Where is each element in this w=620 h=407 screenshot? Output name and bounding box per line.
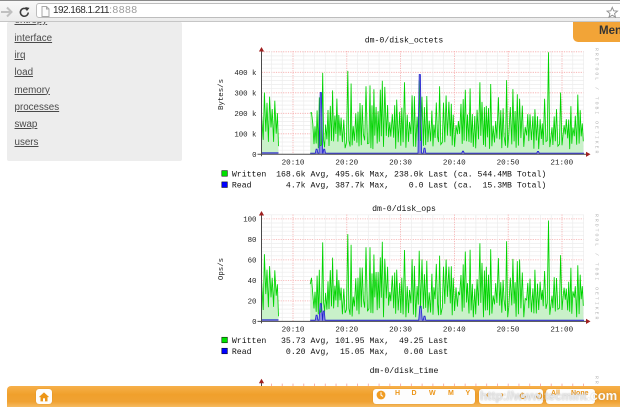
- svg-text:20:40: 20:40: [443, 159, 466, 167]
- svg-text:400 k: 400 k: [234, 70, 257, 78]
- svg-text:300 k: 300 k: [234, 90, 257, 98]
- svg-text:100 k: 100 k: [234, 131, 257, 139]
- svg-text:Read 4.7k Avg, 387.7k Ma: Read 4.7k Avg, 387.7k Max, 0.0 Last (ca.…: [232, 181, 546, 191]
- svg-text:0: 0: [252, 319, 256, 327]
- svg-text:Read 0.20 Avg, 15.05 Ma: Read 0.20 Avg, 15.05 Max, 0.00 Last: [232, 347, 448, 357]
- svg-text:60: 60: [248, 258, 257, 266]
- svg-text:20: 20: [248, 299, 257, 307]
- svg-text:20:20: 20:20: [335, 327, 358, 335]
- svg-text:dm-0/disk_time: dm-0/disk_time: [370, 366, 439, 376]
- svg-text:Bytes/s: Bytes/s: [218, 79, 226, 110]
- svg-text:40: 40: [248, 278, 257, 286]
- svg-text:RRDTOOL / TOBI OETIKER: RRDTOOL / TOBI OETIKER: [594, 214, 600, 321]
- svg-text:Written 168.6k Avg, 495.6k Ma: Written 168.6k Avg, 495.6k Max, 238.0k L…: [232, 169, 546, 179]
- svg-text:20:20: 20:20: [335, 159, 358, 167]
- svg-text:0: 0: [252, 152, 256, 160]
- svg-text:20:50: 20:50: [497, 159, 520, 167]
- svg-text:dm-0/disk_octets: dm-0/disk_octets: [365, 36, 444, 46]
- svg-text:20:10: 20:10: [282, 159, 305, 167]
- svg-text:Ops/s: Ops/s: [218, 258, 226, 280]
- svg-text:80: 80: [248, 237, 257, 245]
- svg-text:dm-0/disk_ops: dm-0/disk_ops: [372, 204, 436, 214]
- svg-text:200 k: 200 k: [234, 111, 257, 119]
- svg-text:100: 100: [243, 217, 256, 225]
- svg-text:RRDTOOL / TOBI OETIKER: RRDTOOL / TOBI OETIKER: [594, 48, 600, 155]
- svg-text:20:30: 20:30: [389, 327, 412, 335]
- svg-text:20:50: 20:50: [497, 327, 520, 335]
- svg-text:20:40: 20:40: [443, 327, 466, 335]
- svg-text:20:30: 20:30: [389, 159, 412, 167]
- svg-text:20:10: 20:10: [282, 327, 305, 335]
- svg-text:21:00: 21:00: [550, 159, 573, 167]
- svg-text:Written 35.73 Avg, 101.95 Ma: Written 35.73 Avg, 101.95 Max, 49.25 Las…: [232, 336, 448, 346]
- svg-text:21:00: 21:00: [550, 327, 573, 335]
